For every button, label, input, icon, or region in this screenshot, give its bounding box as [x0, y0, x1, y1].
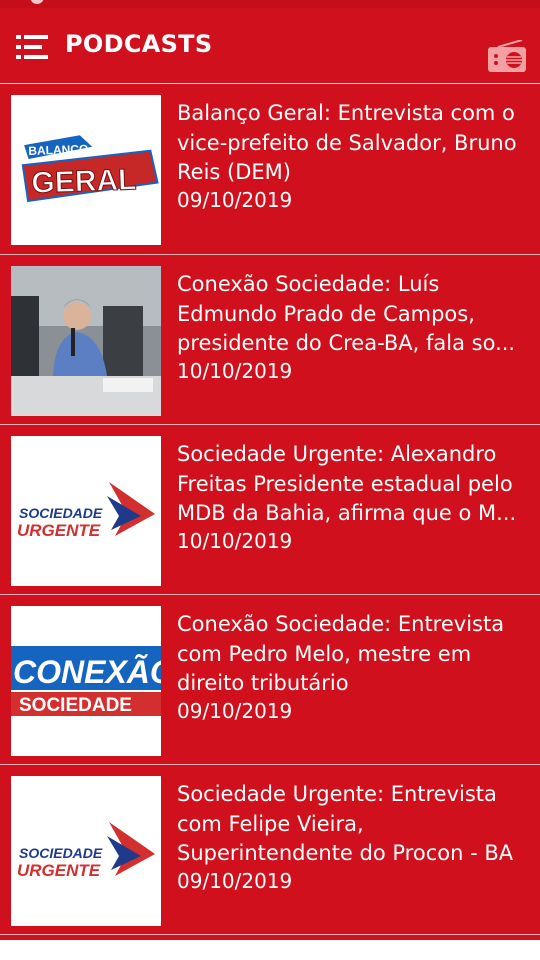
svg-text:SOCIEDADE: SOCIEDADE [19, 505, 103, 521]
sociedade-urgente-logo: SOCIEDADE URGENTE [11, 776, 161, 926]
page-title: PODCASTS [65, 30, 213, 58]
podcast-date: 09/10/2019 [177, 869, 293, 893]
status-bar [0, 0, 540, 8]
app-bar: PODCASTS [0, 8, 540, 84]
svg-text:SOCIEDADE: SOCIEDADE [19, 845, 103, 861]
podcast-title: Conexão Sociedade: Luís Edmundo Prado de… [177, 272, 516, 355]
podcast-date: 10/10/2019 [177, 359, 293, 383]
radio-icon[interactable] [488, 40, 526, 72]
podcast-title: Balanço Geral: Entrevista com o vice-pre… [177, 101, 517, 184]
podcast-title: Sociedade Urgente: Alexandro Freitas Pre… [177, 442, 517, 525]
svg-text:SOCIEDADE: SOCIEDADE [19, 695, 132, 716]
podcast-title: Sociedade Urgente: Entrevista com Felipe… [177, 782, 514, 865]
svg-text:GERAL: GERAL [31, 163, 137, 200]
podcast-date: 09/10/2019 [177, 188, 293, 212]
podcast-title: Conexão Sociedade: Entrevista com Pedro … [177, 612, 505, 695]
podcast-list: BALANÇO GERAL Balanço Geral: Entrevista … [0, 84, 540, 935]
list-item[interactable]: Conexão Sociedade: Luís Edmundo Prado de… [0, 255, 540, 425]
list-item[interactable]: BALANÇO GERAL Balanço Geral: Entrevista … [0, 84, 540, 255]
list-item[interactable]: CONEXÃO SOCIEDADE Conexão Sociedade: Ent… [0, 595, 540, 765]
menu-list-icon[interactable] [16, 35, 48, 59]
sociedade-urgente-logo: SOCIEDADE URGENTE [11, 436, 161, 586]
list-item[interactable]: SOCIEDADE URGENTE Sociedade Urgente: Ale… [0, 425, 540, 595]
bottom-bar [0, 940, 540, 960]
svg-text:BALANÇO: BALANÇO [28, 142, 88, 158]
studio-photo [11, 266, 161, 416]
svg-text:URGENTE: URGENTE [17, 521, 101, 540]
podcast-date: 09/10/2019 [177, 699, 293, 723]
podcast-date: 10/10/2019 [177, 529, 293, 553]
list-item[interactable]: SOCIEDADE URGENTE Sociedade Urgente: Ent… [0, 765, 540, 935]
conexao-sociedade-logo: CONEXÃO SOCIEDADE [11, 606, 161, 756]
svg-text:URGENTE: URGENTE [17, 861, 101, 880]
balanco-geral-logo: BALANÇO GERAL [11, 95, 161, 245]
svg-text:CONEXÃO: CONEXÃO [13, 654, 161, 690]
status-icon [30, 0, 44, 4]
